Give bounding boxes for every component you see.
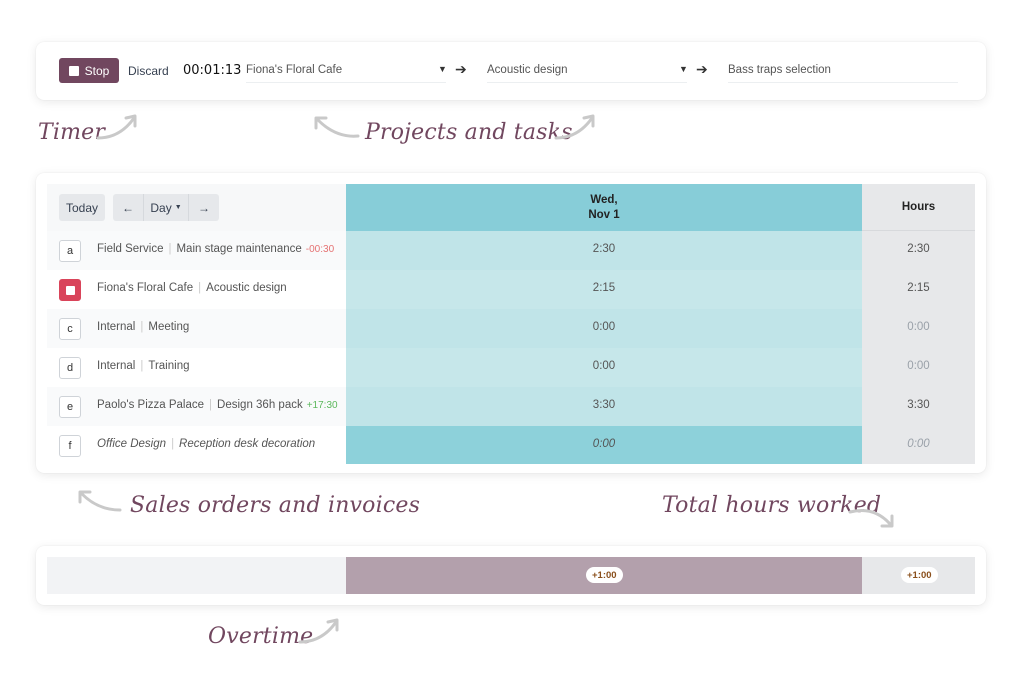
row-key[interactable]: e (59, 396, 81, 418)
row-task: Design 36h pack (217, 399, 303, 411)
row-label: Internal | Meeting (97, 321, 190, 333)
arrow-left-icon: ← (122, 200, 134, 215)
row-key[interactable]: c (59, 318, 81, 340)
row-project: Office Design (97, 438, 167, 450)
view-dropdown[interactable]: Day ▼ (143, 194, 189, 221)
discard-button[interactable]: Discard (128, 64, 169, 78)
overtime-row: +1:00 +1:00 (36, 546, 986, 605)
task-dropdown-icon[interactable]: ▼ (679, 64, 688, 74)
timer-elapsed: 00:01:13 (183, 63, 242, 78)
overtime-total-cell: +1:00 (862, 557, 975, 594)
arrow-right-icon: ➔ (455, 61, 467, 77)
previous-button[interactable]: ← (113, 194, 143, 221)
arrow-right-icon: → (198, 200, 210, 215)
row-project: Paolo's Pizza Palace (97, 399, 205, 411)
annotation-arrow-icon (314, 116, 360, 138)
total-cell: 2:15 (907, 282, 930, 294)
next-button[interactable]: → (189, 194, 219, 221)
total-cell: 3:30 (907, 399, 930, 411)
row-key[interactable]: f (59, 435, 81, 457)
row-delta: +17:30 (306, 400, 338, 411)
table-row[interactable]: e Paolo's Pizza Palace | Design 36h pack +1… (47, 387, 975, 426)
day-header-weekday: Wed, (590, 194, 618, 206)
annotation-arrow-icon (78, 490, 122, 512)
row-task: Main stage maintenance (176, 243, 302, 255)
table-row[interactable]: f Office Design | Reception desk decoratio… (47, 426, 975, 465)
day-cell[interactable]: 0:00 (346, 321, 862, 333)
annotation-arrow-icon (848, 509, 894, 528)
table-row[interactable]: Fiona's Floral Cafe | Acoustic design 2:15… (47, 270, 975, 309)
total-cell: 0:00 (907, 438, 930, 450)
stop-label: Stop (84, 63, 110, 78)
arrow-right-icon: ➔ (696, 61, 708, 77)
table-row[interactable]: d Internal | Training 0:00 0:00 (47, 348, 975, 387)
overtime-day-badge: +1:00 (586, 567, 623, 583)
day-cell[interactable]: 2:30 (346, 243, 862, 255)
row-label: Fiona's Floral Cafe | Acoustic design (97, 282, 287, 294)
stop-icon (68, 65, 79, 76)
row-delta: -00:30 (305, 244, 335, 255)
project-value: Fiona's Floral Cafe (246, 64, 343, 76)
row-project: Internal (97, 360, 136, 372)
row-key[interactable]: d (59, 357, 81, 379)
today-button[interactable]: Today (59, 194, 105, 221)
row-label: Internal | Training (97, 360, 190, 372)
day-cell[interactable]: 2:15 (346, 282, 862, 294)
total-cell: 0:00 (907, 360, 930, 372)
project-select[interactable]: Fiona's Floral Cafe (246, 64, 446, 83)
row-task: Meeting (148, 321, 190, 333)
row-project: Field Service (97, 243, 164, 255)
total-cell: 2:30 (907, 243, 930, 255)
annotation-arrow-icon (554, 114, 595, 140)
day-header-date: Nov 1 (588, 209, 620, 221)
row-task: Acoustic design (206, 282, 287, 294)
grid-controls: Today ← Day ▼ → (47, 184, 346, 231)
hours-header: Hours (862, 184, 975, 231)
overtime-label-cell (47, 557, 346, 594)
row-task: Reception desk decoration (179, 438, 316, 450)
description-input[interactable]: Bass traps selection (728, 64, 958, 83)
view-label: Day (150, 200, 172, 215)
hours-header-label: Hours (901, 201, 936, 213)
annotation-arrow-icon (298, 618, 339, 644)
day-header: Wed, Nov 1 (346, 184, 862, 231)
stop-icon[interactable] (59, 279, 81, 301)
row-key[interactable]: a (59, 240, 81, 262)
day-cell[interactable]: 3:30 (346, 399, 862, 411)
annotation-arrow-icon (96, 114, 137, 140)
timer-bar: Stop Discard 00:01:13 Fiona's Floral Caf… (36, 42, 986, 100)
task-select[interactable]: Acoustic design (487, 64, 687, 83)
task-value: Acoustic design (487, 64, 568, 76)
table-row[interactable]: c Internal | Meeting 0:00 0:00 (47, 309, 975, 348)
annotation-sales: Sales orders and invoices (130, 493, 421, 518)
day-cell[interactable]: 0:00 (346, 438, 862, 450)
row-project: Fiona's Floral Cafe (97, 282, 194, 294)
row-project: Internal (97, 321, 136, 333)
annotation-projects: Projects and tasks (365, 120, 573, 145)
row-label: Office Design | Reception desk decoration (97, 438, 316, 450)
row-label: Field Service | Main stage maintenance -00:… (97, 243, 335, 255)
table-row[interactable]: a Field Service | Main stage maintenance -0… (47, 231, 975, 270)
day-cell[interactable]: 0:00 (346, 360, 862, 372)
row-label: Paolo's Pizza Palace | Design 36h pack +17:… (97, 399, 338, 411)
timesheet-grid: Today ← Day ▼ → Wed, Nov 1 Hours a Field… (36, 173, 986, 473)
project-dropdown-icon[interactable]: ▼ (438, 64, 447, 74)
total-cell: 0:00 (907, 321, 930, 333)
row-task: Training (148, 360, 190, 372)
chevron-down-icon: ▼ (174, 204, 182, 211)
description-value: Bass traps selection (728, 64, 831, 76)
overtime-total-badge: +1:00 (901, 567, 938, 583)
stop-button[interactable]: Stop (59, 58, 119, 83)
overtime-day-cell: +1:00 (346, 557, 862, 594)
